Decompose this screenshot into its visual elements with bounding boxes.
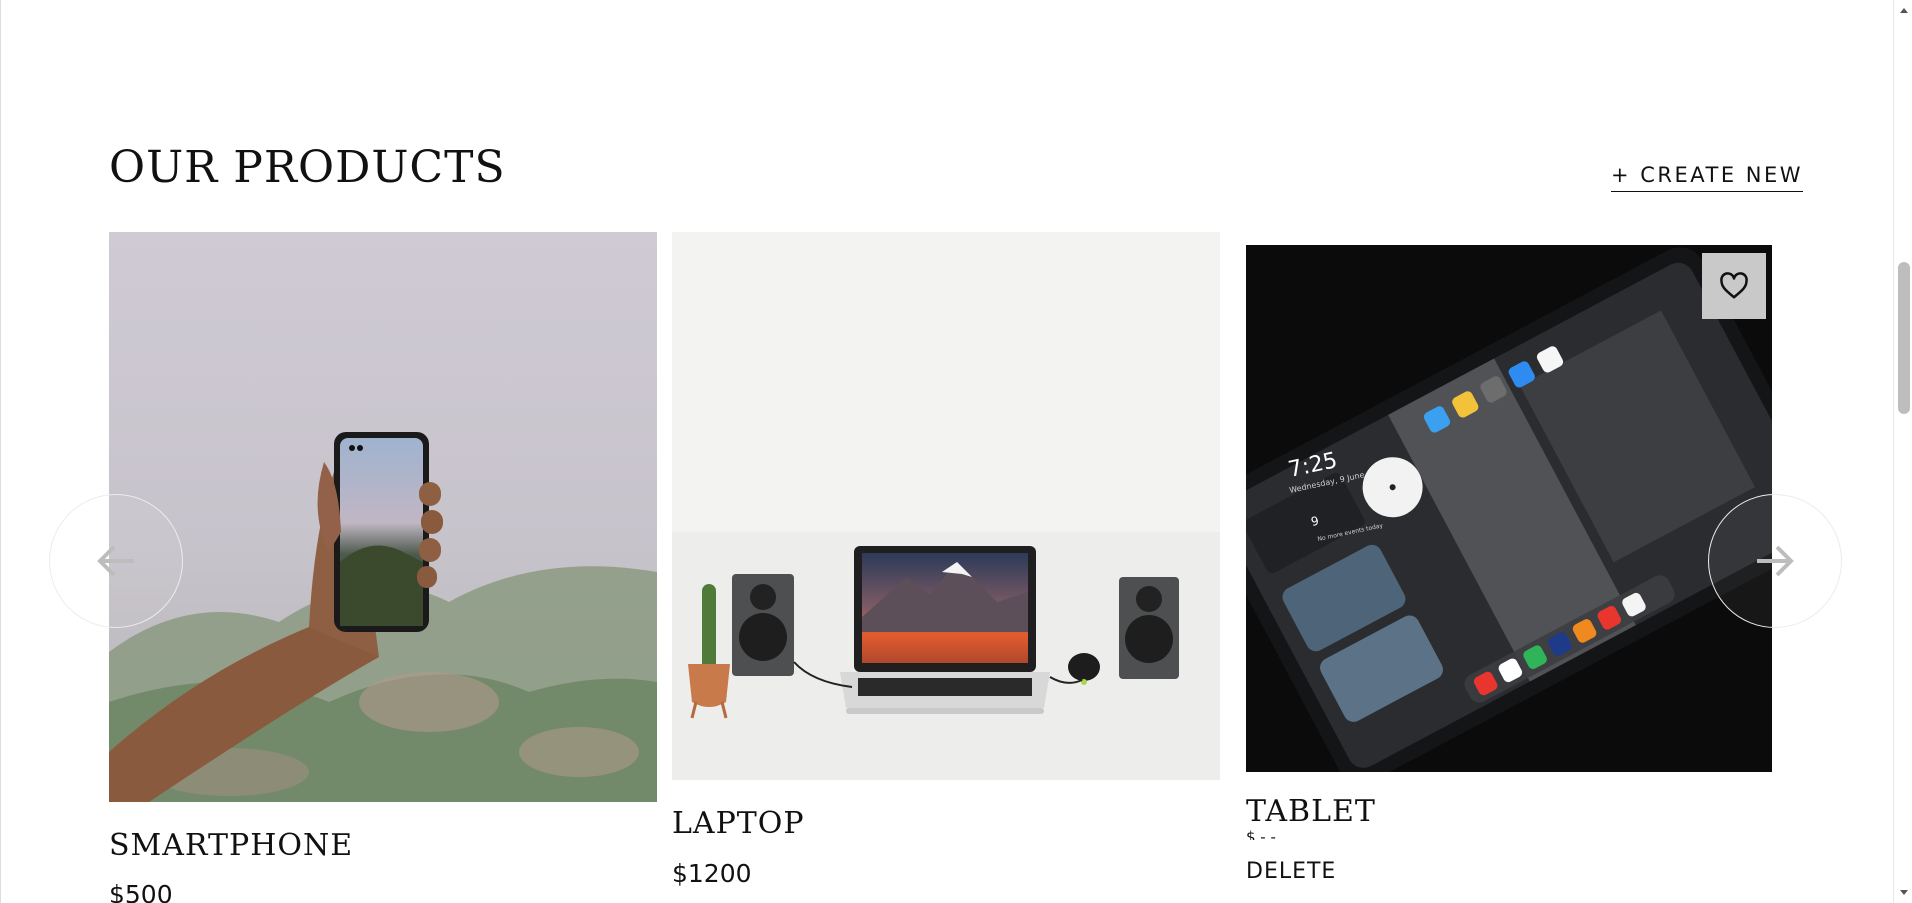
product-card-smartphone[interactable]: SMARTPHONE $500 (109, 232, 657, 903)
scroll-down-icon[interactable] (1894, 885, 1912, 901)
arrow-right-icon (1757, 545, 1794, 577)
product-image-tablet: 7:25 Wednesday, 9 June 9 No more events … (1246, 245, 1772, 772)
favorite-button[interactable] (1702, 253, 1766, 319)
product-image-smartphone (109, 232, 657, 802)
product-image-laptop (672, 232, 1220, 780)
carousel-next-button[interactable] (1708, 494, 1842, 628)
product-price: $ - - (1246, 829, 1276, 840)
product-name: LAPTOP (672, 806, 805, 841)
create-new-button[interactable]: + CREATE NEW (1611, 163, 1804, 192)
product-name: TABLET (1246, 794, 1376, 829)
page: OUR PRODUCTS + CREATE NEW SMARTPHONE $50… (0, 0, 1893, 903)
product-card-tablet[interactable]: 7:25 Wednesday, 9 June 9 No more events … (1246, 245, 1772, 903)
product-card-laptop[interactable]: LAPTOP $1200 (672, 232, 1220, 903)
delete-button[interactable]: DELETE (1246, 859, 1336, 884)
carousel-prev-button[interactable] (49, 494, 183, 628)
scrollbar-thumb[interactable] (1898, 262, 1910, 414)
arrow-left-icon (97, 545, 134, 577)
page-title: OUR PRODUCTS (109, 142, 506, 193)
vertical-scrollbar[interactable] (1893, 0, 1912, 903)
scroll-up-icon[interactable] (1894, 2, 1912, 18)
product-price: $1200 (672, 859, 752, 888)
heart-icon (1720, 272, 1748, 299)
product-name: SMARTPHONE (109, 828, 354, 863)
product-price: $500 (109, 880, 173, 903)
